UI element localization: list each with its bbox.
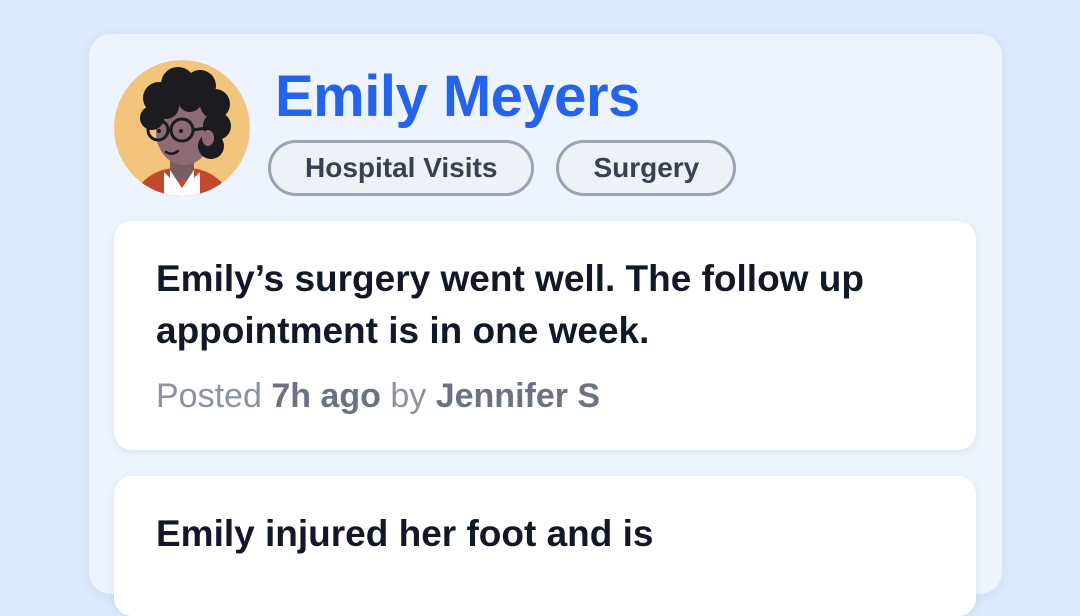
post-text: Emily’s surgery went well. The follow up… bbox=[156, 258, 864, 351]
avatar[interactable] bbox=[114, 60, 250, 196]
avatar-illustration-icon bbox=[114, 60, 250, 196]
post-author[interactable]: Jennifer S bbox=[436, 377, 600, 415]
tag-surgery[interactable]: Surgery bbox=[556, 140, 737, 196]
posted-label: Posted bbox=[156, 377, 262, 415]
post-time: 7h ago bbox=[271, 377, 381, 415]
post-card[interactable]: Emily injured her foot and is bbox=[114, 476, 976, 616]
by-label: by bbox=[390, 377, 427, 415]
tag-list: Hospital Visits Surgery bbox=[268, 140, 737, 196]
post-card[interactable]: Emily’s surgery went well. The follow up… bbox=[114, 221, 976, 450]
tag-hospital-visits[interactable]: Hospital Visits bbox=[268, 140, 535, 196]
post-meta: Posted 7h ago by Jennifer S bbox=[156, 377, 934, 416]
post-text: Emily injured her foot and is bbox=[156, 513, 654, 554]
profile-name: Emily Meyers bbox=[275, 64, 640, 129]
